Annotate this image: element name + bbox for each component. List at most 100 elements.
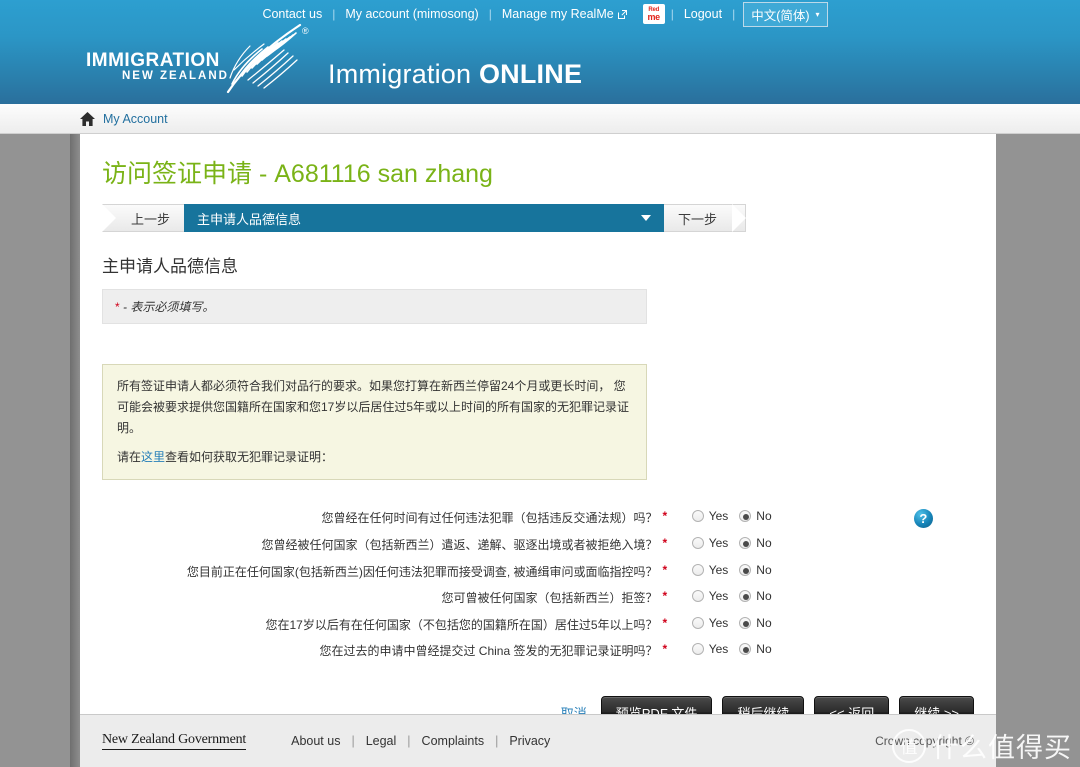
section-title: 主申请人品德信息: [102, 257, 238, 276]
chevron-down-icon: ▾: [815, 9, 820, 19]
radio-yes-label: Yes: [708, 615, 729, 630]
question-help-cell: [902, 639, 974, 666]
question-label: 您曾经在任何时间有过任何违法犯罪（包括违反交通法规）吗？: [321, 511, 658, 525]
radio-option-no[interactable]: No: [739, 563, 772, 577]
logo-line-immigration: IMMIGRATION: [86, 50, 220, 71]
info-paragraph-2-prefix: 请在: [117, 450, 142, 464]
chevron-down-icon: [641, 215, 652, 221]
question-help-cell: [902, 586, 974, 613]
radio-yes-label: Yes: [708, 642, 729, 657]
step-dropdown[interactable]: 主申请人品德信息: [184, 204, 665, 232]
character-questions-body: 您曾经在任何时间有过任何违法犯罪（包括违反交通法规）吗？ * Yes No? 您曾经被任…: [102, 506, 974, 666]
required-asterisk-icon: *: [662, 642, 668, 657]
radio-yes-icon[interactable]: [691, 616, 704, 629]
question-options: Yes No: [686, 506, 902, 533]
page-body: 访问签证申请 - A681116 san zhang 上一步 主申请人品德信息 …: [0, 134, 1080, 767]
radio-no-icon[interactable]: [739, 537, 752, 549]
previous-step-button[interactable]: 上一步: [102, 204, 185, 232]
police-certificate-link[interactable]: 这里: [141, 450, 165, 464]
breadcrumb-my-account[interactable]: My Account: [103, 112, 168, 126]
radio-no-icon[interactable]: [739, 510, 752, 522]
radio-no-icon[interactable]: [739, 616, 752, 629]
question-label: 您在过去的申请中曾经提交过 China 签发的无犯罪记录证明吗？: [319, 644, 658, 659]
required-asterisk-icon: *: [662, 562, 668, 577]
question-help-cell: [902, 613, 974, 640]
radio-yes-label: Yes: [708, 536, 729, 550]
question-help-cell: ?: [902, 506, 974, 533]
required-asterisk-icon: *: [115, 300, 120, 314]
question-options: Yes No: [686, 639, 902, 666]
previous-step-label: 上一步: [131, 211, 171, 227]
realme-logo-icon[interactable]: Red me: [642, 4, 665, 24]
next-step-label: 下一步: [678, 211, 718, 227]
footer-link-legal[interactable]: Legal: [355, 734, 408, 748]
utility-nav: Contact us | My account (mimosong) | Man…: [0, 0, 1080, 28]
question-row: 您曾经在任何时间有过任何违法犯罪（包括违反交通法规）吗？ * Yes No?: [102, 506, 974, 533]
nz-government-logo: New Zealand Government: [102, 732, 246, 750]
nav-manage-realme[interactable]: Manage my RealMe: [492, 7, 637, 21]
radio-option-yes[interactable]: Yes: [691, 615, 729, 630]
radio-option-yes[interactable]: Yes: [691, 536, 729, 550]
question-options: Yes No: [686, 533, 902, 560]
question-options: Yes No: [686, 560, 902, 587]
footer-link-about-us[interactable]: About us: [280, 734, 351, 748]
logo-line-new-zealand: NEW ZEALAND: [122, 70, 229, 82]
brand-logo[interactable]: IMMIGRATION NEW ZEALAND ® Immigration ON…: [80, 23, 582, 94]
required-field-note-text: - 表示必须填写。: [123, 300, 215, 314]
radio-yes-label: Yes: [708, 509, 729, 523]
question-row: 您曾经被任何国家（包括新西兰）遣返、递解、驱逐出境或者被拒绝入境？ * Yes No: [102, 533, 974, 560]
info-paragraph-1: 所有签证申请人都必须符合我们对品行的要求。如果您打算在新西兰停留24个月或更长时…: [117, 379, 630, 435]
character-info-box: 所有签证申请人都必须符合我们对品行的要求。如果您打算在新西兰停留24个月或更长时…: [102, 364, 647, 480]
page-title-cn: 访问签证申请: [102, 160, 253, 188]
required-asterisk-icon: *: [662, 615, 668, 630]
footer-link-complaints[interactable]: Complaints: [411, 734, 496, 748]
radio-yes-icon[interactable]: [691, 537, 704, 549]
breadcrumb: My Account: [0, 104, 1080, 134]
question-label: 您在17岁以后有在任何国家（不包括您的国籍所在国）居住过5年以上吗？: [265, 617, 658, 632]
home-icon[interactable]: [80, 111, 95, 126]
language-selector[interactable]: 中文(简体) ▾: [743, 1, 828, 27]
step-dropdown-value: 主申请人品德信息: [197, 211, 302, 227]
radio-no-icon[interactable]: [739, 590, 752, 603]
radio-no-label: No: [756, 642, 772, 657]
product-title-bold: ONLINE: [478, 59, 583, 89]
question-row: 您可曾被任何国家（包括新西兰）拒签？ * Yes No: [102, 586, 974, 613]
content-panel: 访问签证申请 - A681116 san zhang 上一步 主申请人品德信息 …: [80, 134, 996, 729]
question-row: 您目前正在任何国家(包括新西兰)因任何违法犯罪而接受调查, 被通缉审问或面临指控…: [102, 560, 974, 587]
radio-yes-icon[interactable]: [691, 563, 704, 576]
product-title-thin: Immigration: [328, 59, 479, 89]
immigration-nz-logo: IMMIGRATION NEW ZEALAND ®: [80, 23, 310, 94]
radio-option-yes[interactable]: Yes: [691, 509, 729, 523]
radio-option-yes[interactable]: Yes: [691, 563, 728, 577]
radio-option-no[interactable]: No: [739, 616, 772, 630]
footer-links: About us | Legal | Complaints | Privacy: [280, 734, 561, 748]
radio-yes-label: Yes: [708, 589, 729, 604]
question-row: 您在17岁以后有在任何国家（不包括您的国籍所在国）居住过5年以上吗？ * Yes No: [102, 613, 974, 640]
radio-no-icon[interactable]: [739, 643, 752, 656]
page-title-separator: -: [252, 160, 275, 188]
radio-option-yes[interactable]: Yes: [691, 589, 729, 604]
required-field-note: * - 表示必须填写。: [102, 289, 647, 324]
radio-yes-icon[interactable]: [691, 590, 704, 603]
nav-logout[interactable]: Logout: [674, 7, 732, 21]
product-title: Immigration ONLINE: [328, 59, 582, 92]
nav-my-account[interactable]: My account (mimosong): [335, 7, 488, 21]
radio-yes-icon[interactable]: [691, 510, 704, 522]
step-navigation: 上一步 主申请人品德信息 下一步: [102, 204, 974, 232]
crown-copyright: Crown copyright ©: [875, 734, 974, 748]
registered-trademark-icon: ®: [302, 26, 309, 36]
radio-option-no[interactable]: No: [739, 536, 772, 550]
radio-option-no[interactable]: No: [739, 589, 772, 603]
radio-option-no[interactable]: No: [739, 642, 772, 657]
help-icon[interactable]: ?: [913, 509, 933, 528]
radio-no-icon[interactable]: [739, 563, 752, 576]
nav-contact-us[interactable]: Contact us: [252, 7, 332, 21]
next-step-button[interactable]: 下一步: [664, 204, 747, 232]
radio-yes-icon[interactable]: [691, 643, 704, 656]
radio-option-yes[interactable]: Yes: [691, 642, 729, 657]
footer-link-privacy[interactable]: Privacy: [498, 734, 561, 748]
radio-option-no[interactable]: No: [739, 509, 772, 523]
required-asterisk-icon: *: [662, 589, 668, 604]
language-selector-value: 中文(简体): [751, 8, 810, 23]
external-link-icon: [617, 8, 627, 22]
